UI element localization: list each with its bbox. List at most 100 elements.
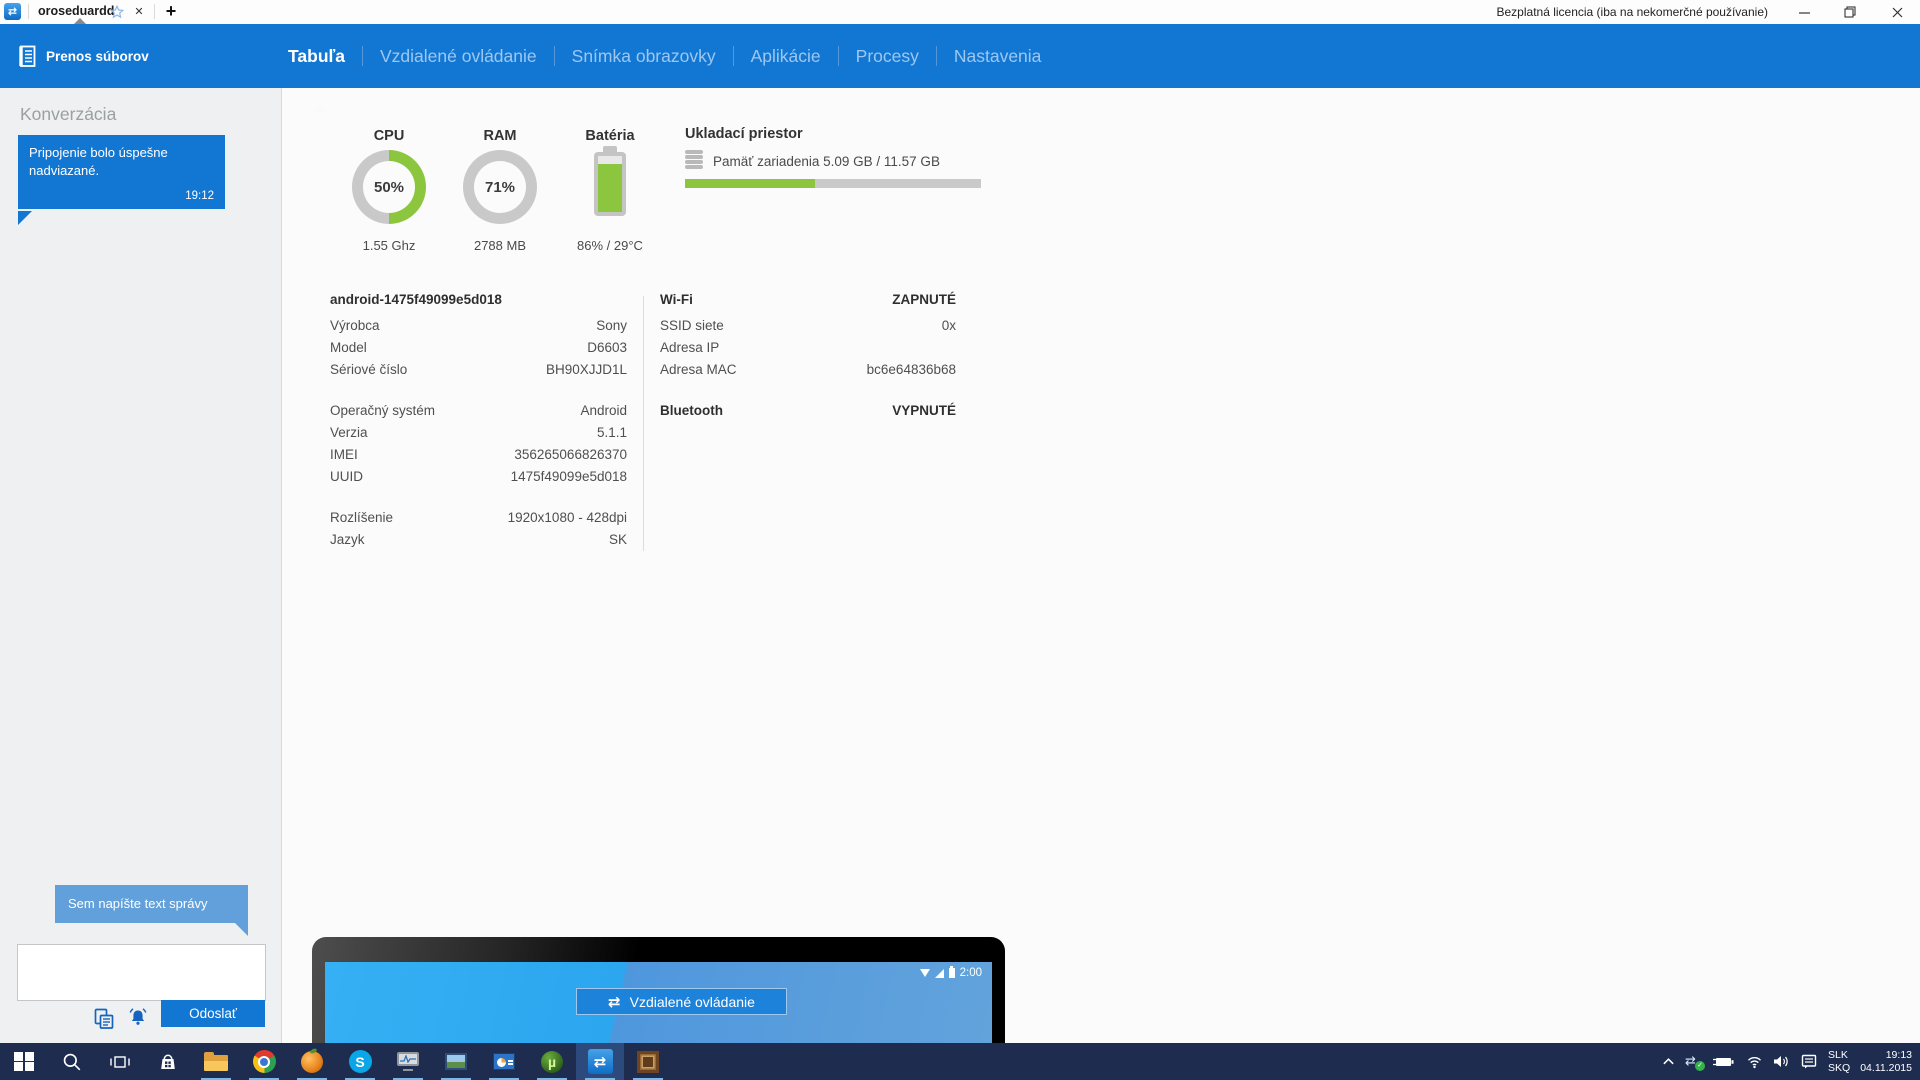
battery-body [594, 152, 626, 216]
info-row: JazykSK [330, 532, 627, 554]
storage-title: Ukladací priestor [685, 126, 803, 142]
device-info-column: android-1475f49099e5d018 VýrobcaSony Mod… [330, 292, 627, 554]
info-row: SSID siete0x [660, 318, 956, 340]
folder-icon [204, 1052, 228, 1071]
info-row: UUID1475f49099e5d018 [330, 469, 627, 491]
main-nav-bar: Prenos súborov Tabuľa Vzdialené ovládani… [0, 24, 1920, 88]
bluetooth-state: VYPNUTÉ [892, 403, 956, 418]
fruit-app-icon [301, 1051, 323, 1073]
teamviewer-button[interactable]: ⇄ [576, 1043, 624, 1080]
tab-dashboard[interactable]: Tabuľa [288, 46, 345, 67]
message-input[interactable] [17, 944, 266, 1001]
device-screen-preview[interactable]: 2:00 ⇄ Vzdialené ovládanie [312, 937, 1005, 1043]
action-center-icon[interactable] [1801, 1054, 1818, 1069]
clipboard-icon[interactable] [93, 1008, 115, 1030]
info-row: Rozlíšenie1920x1080 - 428dpi [330, 510, 627, 532]
photos-icon [445, 1053, 467, 1070]
window-restore-button[interactable] [1837, 0, 1863, 24]
storage-bar [685, 179, 981, 188]
skype-button[interactable]: S [336, 1043, 384, 1080]
nav-separator [362, 46, 363, 66]
monitor-app-button[interactable] [384, 1043, 432, 1080]
start-button[interactable] [0, 1043, 48, 1080]
language-indicator[interactable]: SLK SKQ [1828, 1049, 1850, 1074]
info-divider [643, 296, 644, 551]
file-explorer-button[interactable] [192, 1043, 240, 1080]
wifi-tray-icon[interactable] [1746, 1054, 1763, 1069]
tab-settings[interactable]: Nastavenia [954, 46, 1042, 67]
chat-message-time: 19:12 [29, 188, 214, 204]
volume-tray-icon[interactable] [1773, 1054, 1791, 1069]
new-tab-button[interactable]: + [161, 0, 181, 22]
fl-studio-button[interactable] [288, 1043, 336, 1080]
swap-arrows-icon: ⇄ [608, 993, 621, 1011]
battery-detail: 86% / 29°C [558, 238, 662, 253]
chat-sidebar: Konverzácia Pripojenie bolo úspešne nadv… [0, 88, 282, 1043]
info-row: Sériové čísloBH90XJJD1L [330, 362, 627, 384]
file-transfer-icon [18, 45, 37, 68]
skype-icon: S [349, 1050, 372, 1073]
favorite-star-icon[interactable] [110, 5, 124, 19]
ram-label: RAM [448, 128, 552, 144]
minecraft-button[interactable] [624, 1043, 672, 1080]
dashboard-content: CPU 50% 1.55 Ghz RAM 71% 2788 MB Batéria… [282, 88, 1920, 1043]
wifi-status-icon [920, 969, 930, 977]
window-minimize-button[interactable] [1791, 0, 1817, 24]
chrome-icon [253, 1050, 276, 1073]
info-row: Adresa IP [660, 340, 956, 362]
storage-disk-icon [685, 150, 705, 170]
nav-tabs: Tabuľa Vzdialené ovládanie Snímka obrazo… [288, 24, 1041, 88]
chat-message-text: Pripojenie bolo úspešne nadviazané. [29, 144, 214, 181]
wifi-state: ZAPNUTÉ [892, 292, 956, 307]
tab-remote-control[interactable]: Vzdialené ovládanie [380, 46, 537, 67]
signal-status-icon [935, 969, 944, 978]
storage-bar-fill [685, 179, 815, 188]
tab-close-icon[interactable]: ✕ [131, 3, 147, 19]
cpu-percent: 50% [374, 179, 404, 196]
teamviewer-tray-icon[interactable]: ⇄✓ [1685, 1054, 1702, 1069]
monitor-app-icon [397, 1052, 419, 1071]
cpu-label: CPU [337, 128, 441, 144]
tab-processes[interactable]: Procesy [856, 46, 919, 67]
window-close-button[interactable] [1884, 0, 1910, 24]
tab-separator [28, 4, 29, 19]
tab-apps[interactable]: Aplikácie [751, 46, 821, 67]
photos-app-button[interactable] [432, 1043, 480, 1080]
bluetooth-row: Bluetooth VYPNUTÉ [660, 403, 956, 425]
taskbar-search-button[interactable] [48, 1043, 96, 1080]
device-screen[interactable]: 2:00 ⇄ Vzdialené ovládanie [325, 962, 992, 1043]
tray-chevron-icon[interactable] [1662, 1055, 1675, 1068]
utorrent-icon: µ [541, 1051, 563, 1073]
nav-separator [554, 46, 555, 66]
remote-control-button[interactable]: ⇄ Vzdialené ovládanie [576, 988, 787, 1015]
cpu-donut: 50% [352, 150, 426, 224]
info-row: IMEI356265066826370 [330, 447, 627, 469]
system-tray: ⇄✓ SLK SKQ 19:13 [1662, 1043, 1912, 1080]
minecraft-icon [637, 1051, 659, 1073]
utorrent-button[interactable]: µ [528, 1043, 576, 1080]
nav-separator [733, 46, 734, 66]
license-text: Bezplatná licencia (iba na nekomerčné po… [1497, 5, 1769, 19]
store-app-button[interactable] [144, 1043, 192, 1080]
notification-bell-icon[interactable] [127, 1006, 149, 1028]
teamviewer-app-icon: ⇄ [4, 3, 21, 20]
clock-indicator[interactable]: 19:13 04.11.2015 [1860, 1049, 1912, 1074]
send-button[interactable]: Odoslať [161, 1000, 265, 1027]
wifi-row: Wi-Fi ZAPNUTÉ [660, 292, 956, 318]
nav-separator [936, 46, 937, 66]
session-tab-title[interactable]: oroseduardd [38, 4, 114, 18]
task-view-icon [109, 1053, 131, 1071]
tray-time: 19:13 [1860, 1049, 1912, 1062]
conversation-title: Konverzácia [20, 104, 116, 125]
title-bar: ⇄ oroseduardd ✕ + Bezplatná licencia (ib… [0, 0, 1920, 24]
storage-text: Pamäť zariadenia 5.09 GB / 11.57 GB [713, 154, 940, 169]
presentation-app-button[interactable] [480, 1043, 528, 1080]
task-view-button[interactable] [96, 1043, 144, 1080]
network-info-column: Wi-Fi ZAPNUTÉ SSID siete0x Adresa IP Adr… [660, 292, 956, 425]
info-row: VýrobcaSony [330, 318, 627, 340]
battery-label: Batéria [558, 128, 662, 144]
file-transfer-button[interactable]: Prenos súborov [18, 24, 149, 88]
battery-tray-icon[interactable] [1712, 1055, 1736, 1069]
chrome-button[interactable] [240, 1043, 288, 1080]
tab-screenshot[interactable]: Snímka obrazovky [572, 46, 716, 67]
